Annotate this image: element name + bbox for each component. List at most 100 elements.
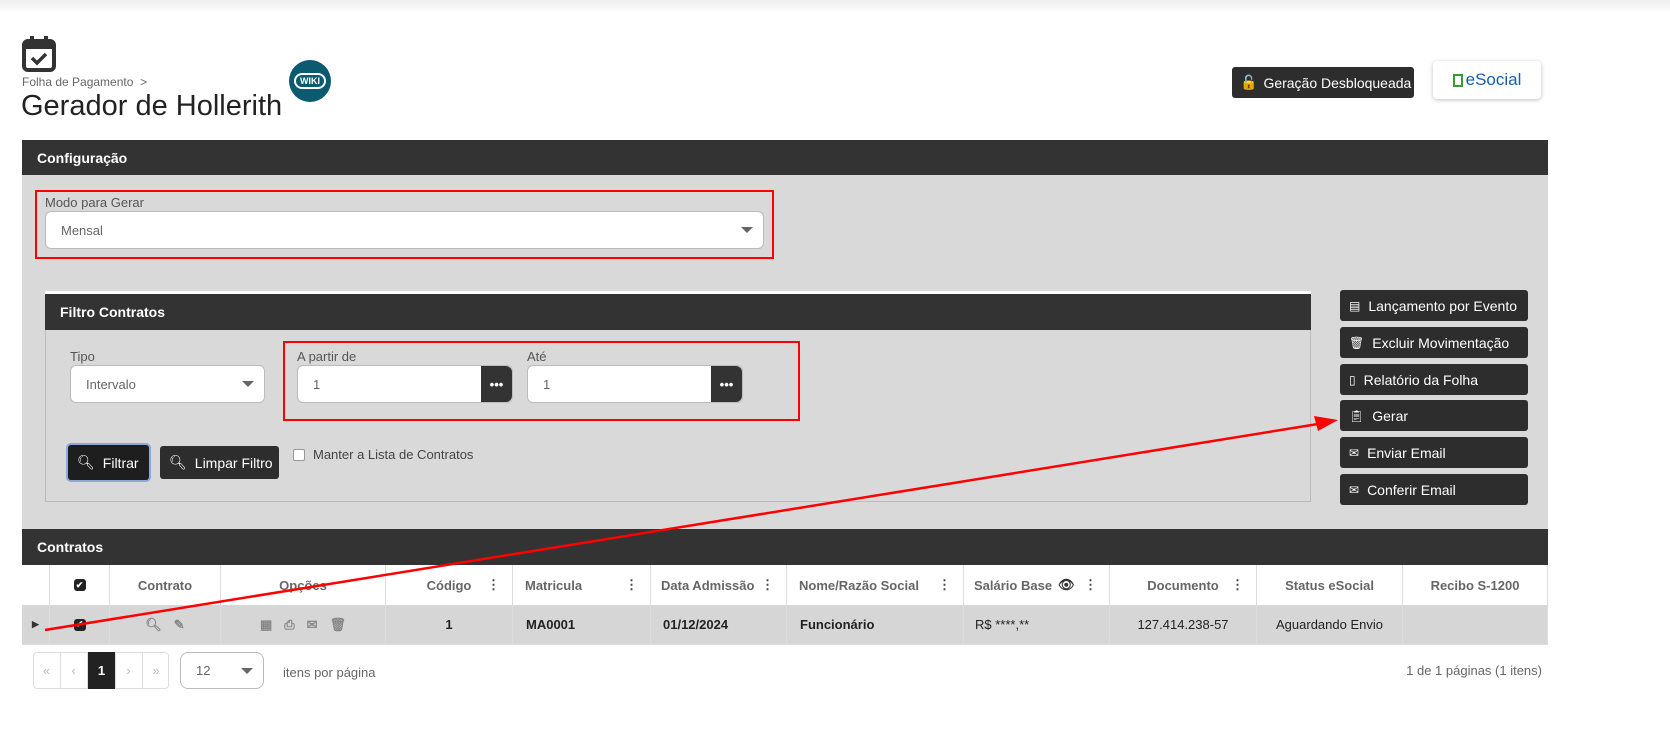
action-label: Conferir Email bbox=[1367, 481, 1456, 498]
generation-status-button[interactable]: 🔓 Geração Desbloqueada bbox=[1232, 67, 1414, 98]
column-menu-icon[interactable]: ⋮ bbox=[761, 577, 774, 593]
clipboard-icon: 📋︎ bbox=[1349, 408, 1365, 423]
per-page-label: itens por página bbox=[283, 665, 376, 680]
cell-documento: 127.414.238-57 bbox=[1110, 605, 1257, 644]
action-button-5[interactable]: ✉ Conferir Email bbox=[1340, 474, 1528, 505]
expand-header bbox=[22, 565, 50, 605]
page-size-value: 12 bbox=[196, 663, 211, 678]
esocial-logo[interactable]: eSocial bbox=[1433, 61, 1541, 99]
row-checkbox[interactable]: ✔ bbox=[50, 605, 110, 644]
col-documento[interactable]: Documento ⋮ bbox=[1110, 565, 1257, 605]
column-menu-icon[interactable]: ⋮ bbox=[1231, 577, 1244, 593]
row-options: ▦ ⎙ ✉ 🗑︎ bbox=[221, 605, 386, 644]
filter-button[interactable]: 🔍︎ Filtrar bbox=[68, 445, 149, 480]
col-status: Status eSocial bbox=[1257, 565, 1403, 605]
chevron-down-icon bbox=[242, 381, 254, 387]
checkbox-checked-icon: ✔ bbox=[73, 579, 86, 591]
breadcrumb-separator: > bbox=[140, 75, 148, 89]
keep-list-label: Manter a Lista de Contratos bbox=[313, 447, 474, 462]
wiki-label: WIKI bbox=[294, 73, 326, 89]
cell-recibo bbox=[1403, 605, 1548, 644]
action-label: Lançamento por Evento bbox=[1368, 297, 1517, 314]
email-check-icon: ✉ bbox=[1349, 482, 1360, 497]
type-label: Tipo bbox=[70, 349, 95, 364]
col-contrato: Contrato bbox=[110, 565, 221, 605]
action-label: Enviar Email bbox=[1367, 444, 1446, 461]
column-menu-icon[interactable]: ⋮ bbox=[625, 577, 638, 593]
wiki-button[interactable]: WIKI bbox=[289, 60, 331, 102]
unlock-icon: 🔓 bbox=[1240, 74, 1258, 90]
annotation-box bbox=[35, 190, 774, 259]
type-value: Intervalo bbox=[86, 376, 136, 392]
film-icon: ▤ bbox=[1349, 298, 1361, 313]
generation-status-label: Geração Desbloqueada bbox=[1263, 74, 1412, 91]
action-button-2[interactable]: ▯ Relatório da Folha bbox=[1340, 364, 1528, 395]
col-documento-label: Documento bbox=[1147, 577, 1219, 593]
search-icon: 🔍︎ bbox=[169, 454, 187, 470]
config-header: Configuração bbox=[22, 140, 1548, 175]
col-codigo-label: Código bbox=[426, 577, 472, 593]
next-page-button[interactable]: › bbox=[115, 652, 143, 689]
col-salario-label: Salário Base bbox=[974, 577, 1053, 593]
expand-row-icon[interactable]: ▶ bbox=[22, 605, 50, 644]
first-page-button[interactable]: « bbox=[33, 652, 61, 689]
top-shadow bbox=[0, 0, 1670, 14]
row-contract-actions: 🔍︎ ✎ bbox=[110, 605, 221, 644]
contracts-header: Contratos bbox=[22, 529, 1548, 565]
col-salario[interactable]: Salário Base 👁︎ ⋮ bbox=[964, 565, 1110, 605]
column-menu-icon[interactable]: ⋮ bbox=[938, 577, 951, 593]
cell-salario: R$ ****,** bbox=[964, 605, 1110, 644]
col-matricula[interactable]: Matricula ⋮ bbox=[513, 565, 651, 605]
action-label: Relatório da Folha bbox=[1363, 371, 1479, 388]
document-icon: ▯ bbox=[1349, 372, 1356, 387]
search-icon[interactable]: 🔍︎ bbox=[145, 617, 162, 633]
cell-codigo: 1 bbox=[386, 605, 513, 644]
esocial-label: eSocial bbox=[1465, 70, 1522, 89]
col-recibo: Recibo S-1200 bbox=[1403, 565, 1548, 605]
keep-list-checkbox[interactable] bbox=[293, 448, 305, 461]
calculator-icon[interactable]: ▦ bbox=[260, 617, 272, 633]
prev-page-button[interactable]: ‹ bbox=[60, 652, 88, 689]
col-nome-label: Nome/Razão Social bbox=[799, 577, 919, 593]
edit-document-icon[interactable]: ✎ bbox=[174, 617, 185, 633]
clear-filter-label: Limpar Filtro bbox=[194, 454, 273, 471]
column-menu-icon[interactable]: ⋮ bbox=[487, 577, 500, 593]
column-menu-icon[interactable]: ⋮ bbox=[1084, 577, 1097, 593]
col-matricula-label: Matricula bbox=[525, 577, 583, 593]
action-button-3[interactable]: 📋︎ Gerar bbox=[1340, 400, 1528, 431]
checkbox-checked-icon: ✔ bbox=[73, 618, 86, 631]
page-size-select[interactable]: 12 bbox=[180, 652, 264, 689]
pagination-summary: 1 de 1 páginas (1 itens) bbox=[1406, 663, 1542, 678]
action-button-4[interactable]: ✉ Enviar Email bbox=[1340, 437, 1528, 468]
col-nome[interactable]: Nome/Razão Social ⋮ bbox=[787, 565, 964, 605]
action-label: Gerar bbox=[1372, 407, 1409, 424]
email-icon[interactable]: ✉ bbox=[307, 617, 318, 633]
col-admissao-label: Data Admissão bbox=[661, 577, 755, 593]
trash-icon[interactable]: 🗑︎ bbox=[330, 617, 347, 633]
cell-nome: Funcionário bbox=[787, 605, 964, 644]
chevron-down-icon bbox=[241, 667, 253, 674]
esocial-icon bbox=[1452, 73, 1463, 87]
type-select[interactable]: Intervalo bbox=[70, 365, 265, 403]
cell-matricula: MA0001 bbox=[513, 605, 651, 644]
cell-admissao: 01/12/2024 bbox=[651, 605, 787, 644]
print-icon[interactable]: ⎙ bbox=[284, 617, 294, 633]
last-page-button[interactable]: » bbox=[142, 652, 170, 689]
col-admissao[interactable]: Data Admissão ⋮ bbox=[651, 565, 787, 605]
annotation-box bbox=[283, 341, 800, 421]
page-1-button[interactable]: 1 bbox=[88, 652, 116, 689]
action-button-1[interactable]: 🗑︎ Excluir Movimentação bbox=[1340, 327, 1528, 358]
eye-icon[interactable]: 👁︎ bbox=[1058, 577, 1075, 593]
select-all-checkbox[interactable]: ✔ bbox=[50, 565, 110, 605]
keep-list-option[interactable]: Manter a Lista de Contratos bbox=[293, 447, 473, 462]
clear-filter-button[interactable]: 🔍︎ Limpar Filtro bbox=[160, 446, 279, 479]
filter-header: Filtro Contratos bbox=[45, 291, 1311, 330]
action-button-0[interactable]: ▤ Lançamento por Evento bbox=[1340, 290, 1528, 321]
breadcrumb-item[interactable]: Folha de Pagamento bbox=[22, 75, 133, 89]
filter-button-label: Filtrar bbox=[102, 454, 139, 471]
breadcrumb[interactable]: Folha de Pagamento > bbox=[22, 75, 147, 89]
col-codigo[interactable]: Código ⋮ bbox=[386, 565, 513, 605]
calendar-check-icon bbox=[22, 36, 56, 72]
cell-status: Aguardando Envio bbox=[1257, 605, 1403, 644]
search-icon: 🔍︎ bbox=[77, 454, 95, 470]
